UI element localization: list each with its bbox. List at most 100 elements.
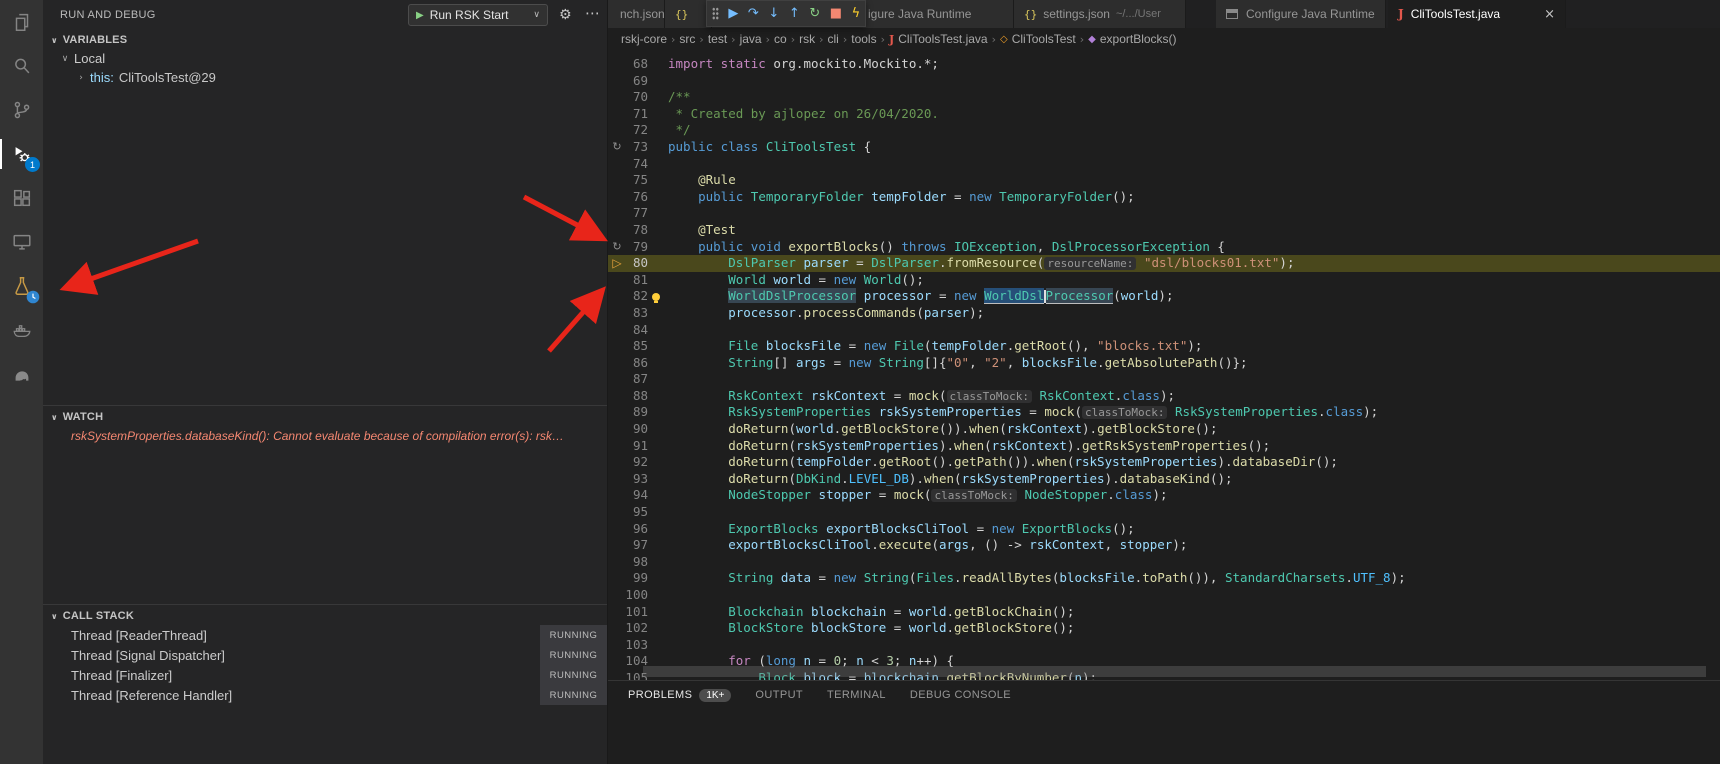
step-into-icon[interactable]: ↓: [768, 7, 779, 20]
code-line-100[interactable]: 100: [608, 587, 1720, 604]
line-number[interactable]: 100: [624, 587, 648, 604]
restart-frame-icon[interactable]: ↻: [610, 139, 624, 156]
line-number[interactable]: 69: [624, 73, 648, 90]
code-text[interactable]: [664, 504, 1720, 521]
code-text[interactable]: @Rule: [664, 172, 1720, 189]
breadcrumb-item[interactable]: rsk: [799, 32, 815, 46]
code-text[interactable]: @Test: [664, 222, 1720, 239]
glyph-margin[interactable]: [610, 504, 624, 521]
restart-frame-icon[interactable]: ↻: [610, 239, 624, 256]
glyph-margin[interactable]: [610, 653, 624, 670]
breadcrumb-item[interactable]: ◇CliToolsTest: [1000, 32, 1076, 46]
variables-section-header[interactable]: ∨ VARIABLES: [43, 31, 607, 49]
code-line-99[interactable]: 99 String data = new String(Files.readAl…: [608, 570, 1720, 587]
breadcrumb-item[interactable]: JCliToolsTest.java: [889, 32, 988, 46]
code-line-81[interactable]: 81 World world = new World();: [608, 272, 1720, 289]
line-number[interactable]: 87: [624, 371, 648, 388]
code-text[interactable]: public TemporaryFolder tempFolder = new …: [664, 189, 1720, 206]
line-number[interactable]: 76: [624, 189, 648, 206]
variables-scope-local[interactable]: ∨ Local: [43, 49, 607, 68]
glyph-margin[interactable]: [610, 338, 624, 355]
panel-tab-terminal[interactable]: TERMINAL: [827, 689, 886, 701]
code-text[interactable]: NodeStopper stopper = mock(classToMock: …: [664, 487, 1720, 504]
code-line-87[interactable]: 87: [608, 371, 1720, 388]
editor-tab-Configure Java Runtime[interactable]: Configure Java Runtime: [1216, 0, 1386, 28]
code-line-68[interactable]: 68import static org.mockito.Mockito.*;: [608, 56, 1720, 73]
watch-section-header[interactable]: ∨ WATCH: [43, 408, 607, 426]
glyph-margin[interactable]: [610, 106, 624, 123]
line-number[interactable]: 92: [624, 454, 648, 471]
line-number[interactable]: 83: [624, 305, 648, 322]
code-text[interactable]: [664, 554, 1720, 571]
code-line-71[interactable]: 71 * Created by ajlopez on 26/04/2020.: [608, 106, 1720, 123]
line-number[interactable]: 102: [624, 620, 648, 637]
restart-icon[interactable]: ↻: [809, 7, 820, 20]
code-text[interactable]: /**: [664, 89, 1720, 106]
code-text[interactable]: */: [664, 122, 1720, 139]
glyph-margin[interactable]: [610, 56, 624, 73]
line-number[interactable]: 94: [624, 487, 648, 504]
glyph-margin[interactable]: [610, 454, 624, 471]
code-line-92[interactable]: 92 doReturn(tempFolder.getRoot().getPath…: [608, 454, 1720, 471]
close-icon[interactable]: ×: [1536, 7, 1555, 22]
code-line-102[interactable]: 102 BlockStore blockStore = world.getBlo…: [608, 620, 1720, 637]
line-number[interactable]: 95: [624, 504, 648, 521]
line-number[interactable]: 72: [624, 122, 648, 139]
panel-tab-debug-console[interactable]: DEBUG CONSOLE: [910, 689, 1011, 701]
code-text[interactable]: RskContext rskContext = mock(classToMock…: [664, 388, 1720, 405]
code-text[interactable]: public void exportBlocks() throws IOExce…: [664, 239, 1720, 256]
glyph-margin[interactable]: [610, 637, 624, 654]
line-number[interactable]: 73: [624, 139, 648, 156]
glyph-margin[interactable]: [610, 288, 624, 305]
docker-icon[interactable]: [0, 308, 43, 352]
code-text[interactable]: public class CliToolsTest {: [664, 139, 1720, 156]
code-text[interactable]: doReturn(DbKind.LEVEL_DB).when(rskSystem…: [664, 471, 1720, 488]
code-editor[interactable]: 68import static org.mockito.Mockito.*;69…: [608, 50, 1720, 680]
line-number[interactable]: 81: [624, 272, 648, 289]
glyph-margin[interactable]: [610, 322, 624, 339]
hot-code-replace-icon[interactable]: ϟ: [852, 7, 861, 20]
glyph-margin[interactable]: [610, 305, 624, 322]
breadcrumb-item[interactable]: test: [708, 32, 727, 46]
code-line-72[interactable]: 72 */: [608, 122, 1720, 139]
line-number[interactable]: 99: [624, 570, 648, 587]
code-text[interactable]: WorldDslProcessor processor = new WorldD…: [664, 288, 1720, 305]
code-text[interactable]: doReturn(tempFolder.getRoot().getPath())…: [664, 454, 1720, 471]
breadcrumb-item[interactable]: src: [679, 32, 695, 46]
code-text[interactable]: String[] args = new String[]{"0", "2", b…: [664, 355, 1720, 372]
source-control-icon[interactable]: [0, 88, 43, 132]
breadcrumb-item[interactable]: co: [774, 32, 787, 46]
code-line-98[interactable]: 98: [608, 554, 1720, 571]
glyph-margin[interactable]: [610, 471, 624, 488]
code-text[interactable]: * Created by ajlopez on 26/04/2020.: [664, 106, 1720, 123]
horizontal-scrollbar[interactable]: [643, 666, 1706, 677]
more-actions-icon[interactable]: ⋯: [585, 4, 600, 22]
glyph-margin[interactable]: [610, 521, 624, 538]
stop-icon[interactable]: ■: [830, 7, 842, 20]
code-text[interactable]: [664, 371, 1720, 388]
code-line-73[interactable]: ↻73 public class CliToolsTest {: [608, 139, 1720, 156]
line-number[interactable]: 68: [624, 56, 648, 73]
code-line-91[interactable]: 91 doReturn(rskSystemProperties).when(rs…: [608, 438, 1720, 455]
code-line-75[interactable]: 75 @Rule: [608, 172, 1720, 189]
line-number[interactable]: 90: [624, 421, 648, 438]
gradle-icon[interactable]: [0, 352, 43, 396]
line-number[interactable]: 71: [624, 106, 648, 123]
code-text[interactable]: [664, 156, 1720, 173]
code-text[interactable]: [664, 205, 1720, 222]
code-text[interactable]: World world = new World();: [664, 272, 1720, 289]
code-line-93[interactable]: 93 doReturn(DbKind.LEVEL_DB).when(rskSys…: [608, 471, 1720, 488]
run-config-dropdown[interactable]: ▶ Run RSK Start ∨: [408, 4, 548, 26]
breadcrumb-item[interactable]: cli: [828, 32, 839, 46]
code-line-84[interactable]: 84: [608, 322, 1720, 339]
code-line-83[interactable]: 83 processor.processCommands(parser);: [608, 305, 1720, 322]
step-over-icon[interactable]: ↷: [748, 7, 759, 20]
line-number[interactable]: 88: [624, 388, 648, 405]
code-text[interactable]: doReturn(world.getBlockStore()).when(rsk…: [664, 421, 1720, 438]
call-stack-thread-row[interactable]: Thread [Finalizer]RUNNING: [43, 665, 607, 685]
watch-expression[interactable]: rskSystemProperties.databaseKind(): Cann…: [43, 426, 607, 445]
explorer-icon[interactable]: [0, 0, 43, 44]
drag-handle[interactable]: [712, 7, 719, 20]
code-text[interactable]: RskSystemProperties rskSystemProperties …: [664, 404, 1720, 421]
code-line-70[interactable]: 70/**: [608, 89, 1720, 106]
